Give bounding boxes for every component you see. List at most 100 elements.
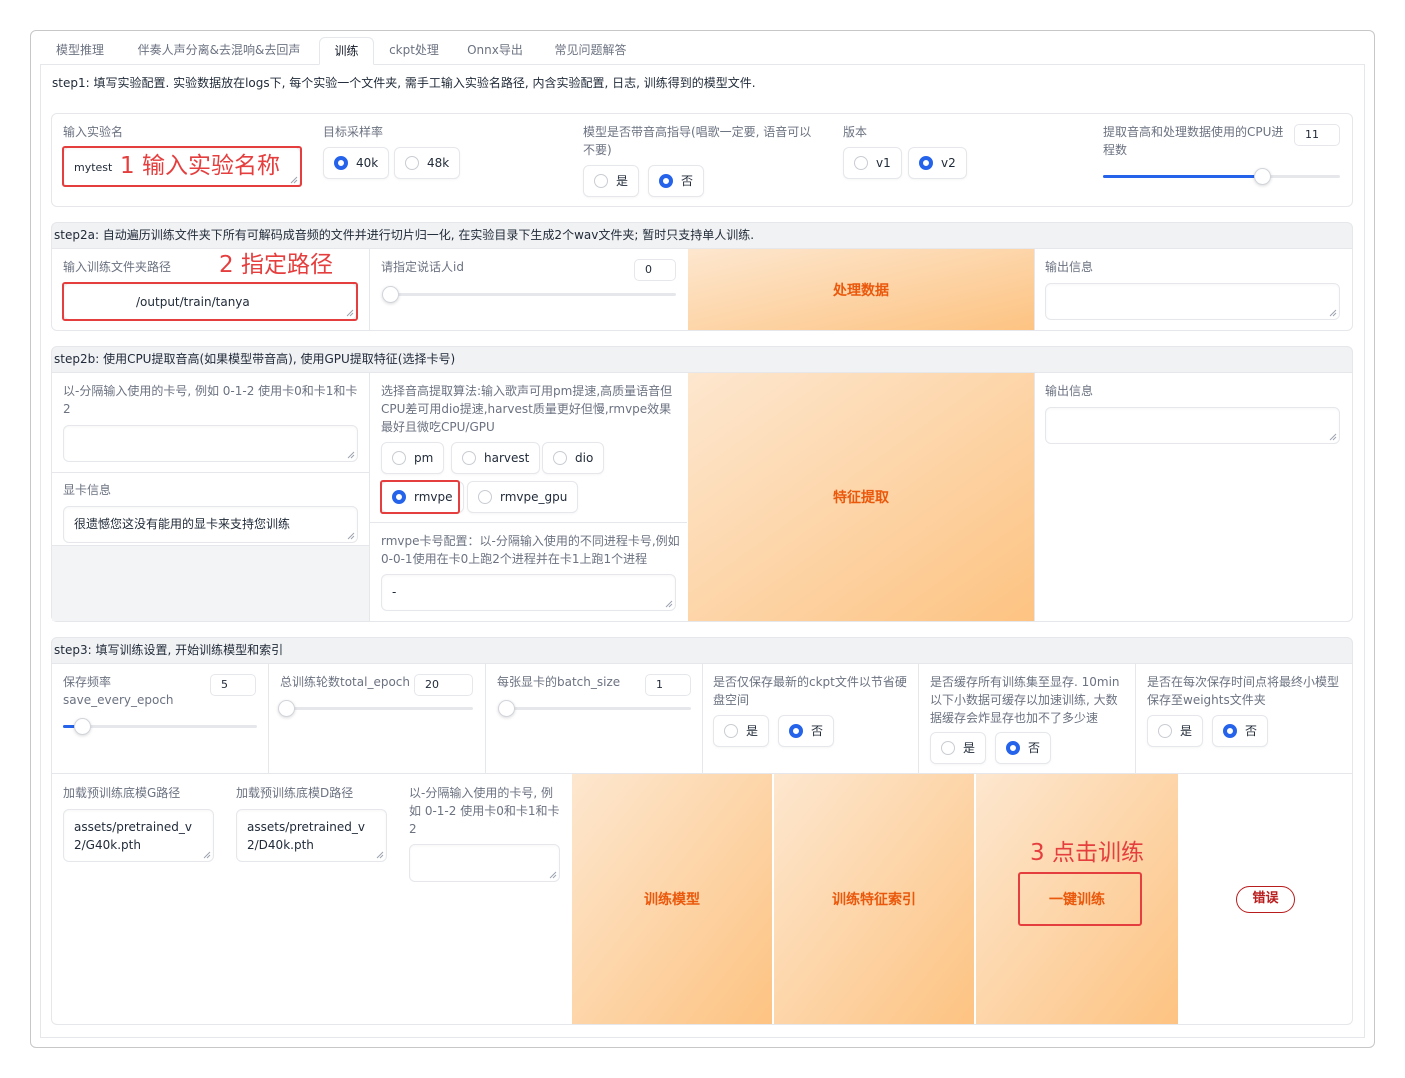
step1-description: step1: 填写实验配置. 实验数据放在logs下, 每个实验一个文件夹, 需…: [52, 76, 756, 90]
resize-grip-icon[interactable]: [1329, 309, 1337, 317]
radio-dot: [405, 156, 419, 170]
latest-yes-label: 是: [746, 724, 759, 738]
f0-harvest-label: harvest: [484, 451, 530, 465]
save-every-number[interactable]: 5: [210, 674, 256, 696]
sr-40k-radio[interactable]: 40k: [323, 147, 390, 179]
f0-dio-label: dio: [575, 451, 594, 465]
resize-grip-icon[interactable]: [549, 871, 557, 879]
sr-40k-label: 40k: [356, 156, 379, 170]
annotation-step3: 3 点击训练: [1030, 840, 1144, 866]
error-badge: 错误: [1236, 886, 1295, 913]
annotation-box-folder: [62, 282, 358, 321]
f0-rmvpe-gpu-radio[interactable]: rmvpe_gpu: [467, 481, 579, 513]
exp-name-label: 输入实验名: [63, 125, 124, 139]
radio-dot: [594, 174, 608, 188]
divider: [370, 522, 687, 523]
slider-knob[interactable]: [498, 700, 515, 717]
pitch-yes-label: 是: [616, 174, 629, 188]
weights-no-label: 否: [1245, 724, 1258, 738]
annotation-step2: 2 指定路径: [219, 252, 333, 278]
tab-train[interactable]: 训练: [319, 37, 374, 65]
slider-knob[interactable]: [1253, 168, 1271, 185]
output-info-textarea[interactable]: [1045, 283, 1340, 320]
save-weights-label: 是否在每次保存时间点将最终小模型保存至weights文件夹: [1147, 675, 1340, 707]
cpu-process-number[interactable]: 11: [1294, 124, 1340, 146]
sample-rate-label: 目标采样率: [323, 125, 384, 139]
gpu-column-bg: [52, 545, 369, 621]
annotation-step1: 1 输入实验名称: [120, 153, 280, 179]
train-folder-label: 输入训练文件夹路径: [63, 260, 172, 274]
radio-dot: [659, 174, 673, 188]
tab-ckpt[interactable]: ckpt处理: [380, 37, 448, 65]
f0-pm-radio[interactable]: pm: [381, 442, 445, 474]
annotation-box-train: [1018, 872, 1142, 926]
f0-dio-radio[interactable]: dio: [542, 442, 605, 474]
radio-dot: [553, 451, 567, 465]
batch-size-slider[interactable]: [498, 700, 691, 717]
pitch-no-radio[interactable]: 否: [648, 165, 705, 197]
cache-no-label: 否: [1028, 741, 1041, 755]
slider-knob[interactable]: [277, 700, 295, 717]
batch-size-number[interactable]: 1: [645, 674, 691, 696]
divider: [918, 664, 919, 773]
train-index-button[interactable]: 训练特征索引: [774, 774, 974, 1024]
slider-knob[interactable]: [382, 286, 399, 303]
cache-gpu-label: 是否缓存所有训练集至显存. 10min以下小数据可缓存以加速训练, 大数据缓存会…: [930, 675, 1120, 725]
pretrained-d-input[interactable]: assets/pretrained_v2/D40k.pth: [236, 809, 387, 862]
tab-onnx[interactable]: Onnx导出: [460, 37, 530, 65]
pitch-yes-radio[interactable]: 是: [583, 165, 640, 197]
output-info-label-2b: 输出信息: [1045, 384, 1094, 398]
train-model-button[interactable]: 训练模型: [572, 774, 772, 1024]
extract-features-button[interactable]: 特征提取: [688, 373, 1034, 621]
version-v1-label: v1: [876, 156, 891, 170]
cache-no-radio[interactable]: 否: [995, 732, 1052, 764]
radio-dot: [462, 451, 476, 465]
speaker-id-number[interactable]: 0: [634, 259, 676, 281]
tab-inference[interactable]: 模型推理: [42, 37, 118, 65]
resize-grip-icon[interactable]: [203, 851, 211, 859]
version-v1-radio[interactable]: v1: [843, 147, 902, 179]
version-label: 版本: [843, 125, 868, 139]
tab-vocal-separation[interactable]: 伴奏人声分离&去混响&去回声: [128, 37, 310, 65]
gpus-input[interactable]: [63, 425, 358, 462]
cache-yes-radio[interactable]: 是: [930, 732, 987, 764]
weights-yes-radio[interactable]: 是: [1147, 715, 1204, 747]
f0-harvest-radio[interactable]: harvest: [451, 442, 541, 474]
total-epoch-number[interactable]: 20: [414, 674, 473, 696]
weights-yes-label: 是: [1180, 724, 1193, 738]
process-data-button[interactable]: 处理数据: [688, 249, 1034, 330]
resize-grip-icon[interactable]: [347, 532, 355, 540]
sr-48k-radio[interactable]: 48k: [394, 147, 461, 179]
resize-grip-icon[interactable]: [665, 600, 673, 608]
annotation-box-rmvpe: [380, 480, 460, 514]
version-v2-radio[interactable]: v2: [908, 147, 967, 179]
speaker-id-slider[interactable]: [382, 286, 676, 303]
latest-no-radio[interactable]: 否: [778, 715, 835, 747]
train-gpus-input[interactable]: [409, 844, 560, 882]
output-info-textarea-2b[interactable]: [1045, 407, 1340, 444]
tab-faq[interactable]: 常见问题解答: [543, 37, 638, 65]
radio-dot: [334, 156, 348, 170]
batch-size-label: 每张显卡的batch_size: [497, 675, 621, 689]
resize-grip-icon[interactable]: [1329, 433, 1337, 441]
divider: [52, 472, 369, 473]
divider: [1034, 249, 1035, 330]
output-info-label: 输出信息: [1045, 260, 1094, 274]
gpu-info-textarea[interactable]: 很遗憾您这没有能用的显卡来支持您训练: [63, 506, 358, 543]
cpu-process-slider[interactable]: [1103, 168, 1340, 185]
resize-grip-icon[interactable]: [376, 851, 384, 859]
weights-no-radio[interactable]: 否: [1212, 715, 1269, 747]
rmvpe-gpus-input[interactable]: -: [381, 574, 676, 611]
latest-yes-radio[interactable]: 是: [713, 715, 770, 747]
radio-dot: [1158, 724, 1172, 738]
divider: [485, 664, 486, 773]
divider: [1034, 373, 1035, 621]
save-every-slider[interactable]: [63, 718, 257, 735]
total-epoch-slider[interactable]: [277, 700, 473, 717]
pretrained-g-input[interactable]: assets/pretrained_v2/G40k.pth: [63, 809, 214, 862]
resize-grip-icon[interactable]: [347, 451, 355, 459]
divider: [1135, 664, 1136, 773]
save-every-label: 保存频率save_every_epoch: [63, 675, 174, 707]
cache-yes-label: 是: [963, 741, 976, 755]
gpu-info-label: 显卡信息: [63, 483, 112, 497]
